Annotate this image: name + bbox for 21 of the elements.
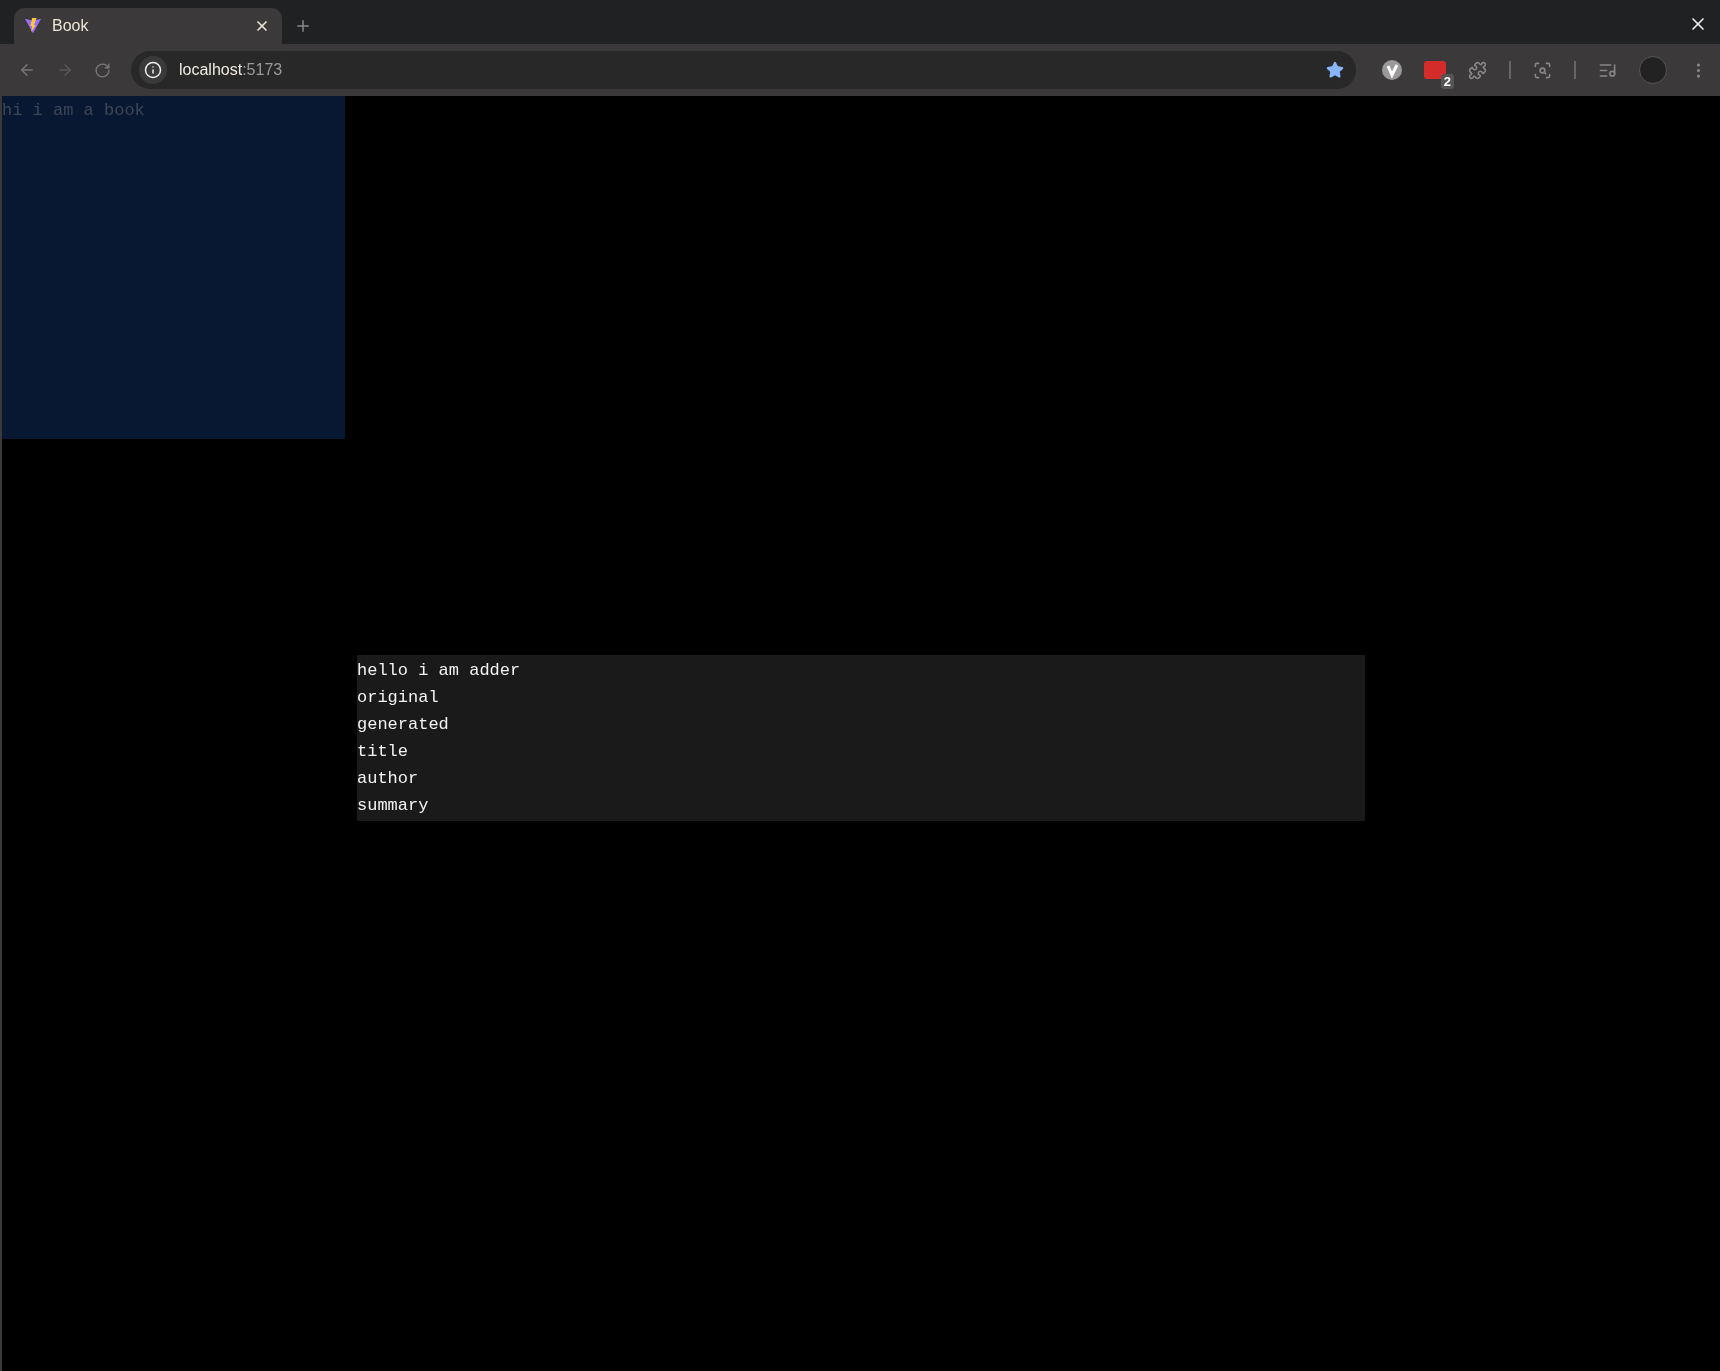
back-icon[interactable] xyxy=(18,61,36,79)
tab-title: Book xyxy=(52,17,90,35)
address-bar[interactable]: localhost:5173 xyxy=(131,51,1356,89)
count-badge: 2 xyxy=(1440,74,1454,89)
url-text: localhost:5173 xyxy=(179,61,284,79)
reload-icon[interactable] xyxy=(94,61,111,79)
adder-line: title xyxy=(357,741,409,763)
page-search-icon[interactable] xyxy=(1533,60,1552,80)
adder-line: hello i am adder xyxy=(357,660,522,682)
adder-line: generated xyxy=(357,714,450,736)
lightning-logo-icon xyxy=(24,17,42,35)
close-tab-icon[interactable] xyxy=(254,18,270,34)
star-icon[interactable] xyxy=(1326,61,1344,79)
profile-avatar[interactable] xyxy=(1639,56,1667,84)
browser-tab[interactable]: Book xyxy=(14,8,282,44)
info-icon[interactable] xyxy=(139,56,167,84)
adder-line: original xyxy=(357,687,440,709)
v-circle-icon[interactable] xyxy=(1382,60,1402,80)
puzzle-icon[interactable] xyxy=(1468,60,1487,80)
adder-line: author xyxy=(357,768,420,790)
adder-line: summary xyxy=(357,795,430,817)
